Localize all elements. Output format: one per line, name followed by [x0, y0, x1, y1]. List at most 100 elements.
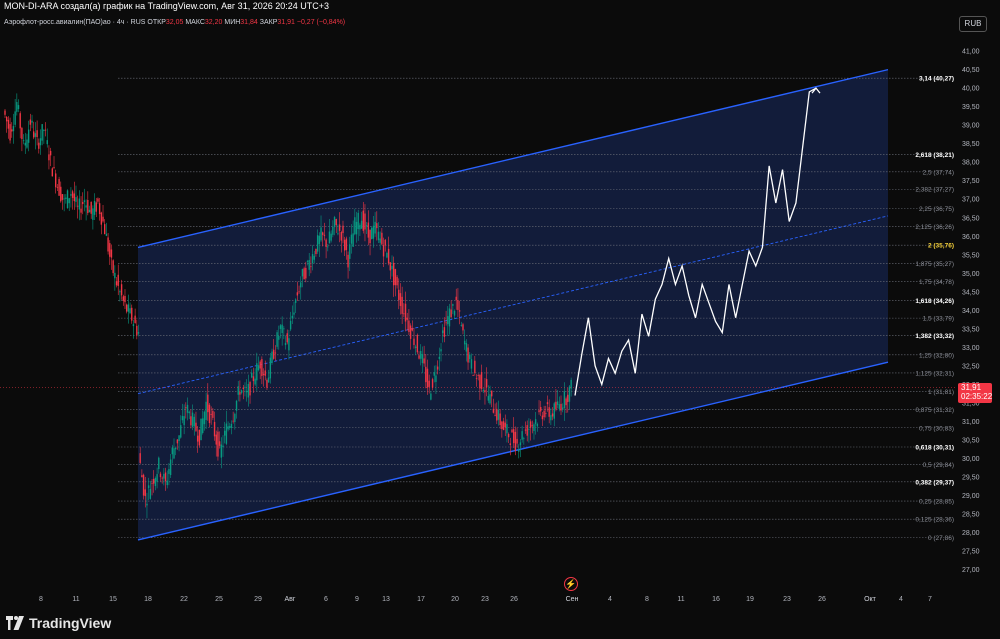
candle-body: [298, 291, 300, 293]
candle-body: [386, 252, 388, 258]
candle-body: [240, 390, 243, 393]
fib-level-label: 0,125 (28,36): [915, 517, 954, 524]
candle-body: [88, 209, 91, 213]
candle-body: [355, 221, 358, 235]
candle-body: [305, 267, 307, 279]
candle-body: [340, 232, 343, 241]
candle-body: [362, 210, 364, 231]
candle-body: [453, 310, 456, 316]
bottom-bar: [0, 606, 1000, 639]
candle-body: [550, 415, 552, 421]
candle-body: [311, 253, 314, 264]
price-chart[interactable]: Аэрофлот-росс.авиалин(ПАО)ао · 4ч · RUS …: [0, 0, 1000, 639]
candle-body: [518, 449, 520, 452]
candle-body: [288, 338, 290, 351]
x-tick-label: 22: [180, 596, 188, 603]
candle-body: [76, 205, 79, 207]
candle-body: [289, 320, 292, 330]
candle-body: [87, 200, 89, 214]
candle-body: [68, 198, 70, 204]
candle-body: [225, 423, 228, 444]
candle-body: [36, 130, 38, 138]
candle-body: [391, 265, 393, 270]
fib-level-label: 0 (27,86): [928, 535, 954, 542]
candle-body: [82, 201, 84, 205]
last-price-countdown: 02:35:22: [961, 392, 993, 401]
y-tick-label: 41,00: [962, 49, 980, 56]
candle-body: [315, 248, 317, 255]
candle-body: [27, 129, 30, 143]
candle-body: [149, 488, 152, 499]
candle-body: [22, 140, 25, 142]
candle-body: [406, 317, 408, 320]
candle-body: [529, 421, 532, 428]
candle-body: [360, 220, 363, 229]
candle-body: [207, 394, 209, 413]
candle-body: [484, 390, 486, 393]
candle-body: [408, 320, 410, 332]
candle-body: [343, 239, 346, 251]
lightning-icon[interactable]: ⚡: [564, 577, 578, 591]
candle-body: [310, 266, 312, 268]
candle-body: [173, 448, 175, 459]
candle-body: [546, 402, 549, 405]
candle-body: [364, 213, 366, 230]
candle-body: [153, 478, 155, 484]
candle-body: [524, 429, 527, 431]
y-tick-label: 29,00: [962, 493, 980, 500]
candle-body: [7, 119, 10, 129]
candle-body: [213, 421, 216, 437]
candle-body: [411, 328, 413, 331]
candle-body: [384, 239, 386, 246]
candle-body: [196, 435, 199, 442]
candle-body: [413, 338, 415, 345]
candle-body: [261, 359, 263, 377]
currency-badge[interactable]: RUB: [959, 16, 987, 32]
candle-body: [528, 428, 530, 430]
candle-body: [19, 113, 21, 129]
candle-body: [565, 398, 567, 406]
candle-body: [543, 410, 545, 418]
candle-body: [359, 224, 361, 230]
candle-body: [220, 444, 223, 458]
y-tick-label: 39,50: [962, 104, 980, 111]
candle-body: [330, 233, 332, 241]
candle-body: [249, 382, 251, 396]
y-tick-label: 35,50: [962, 252, 980, 259]
y-tick-label: 36,50: [962, 215, 980, 222]
candle-body: [4, 110, 6, 115]
candle-body: [499, 413, 501, 426]
candle-body: [338, 224, 341, 231]
candle-body: [264, 370, 266, 376]
x-tick-label: 8: [645, 596, 649, 603]
candle-body: [183, 416, 185, 426]
candle-body: [39, 138, 42, 146]
candle-body: [262, 373, 265, 375]
candle-body: [98, 203, 101, 215]
candle-body: [247, 383, 250, 398]
candle-body: [516, 438, 518, 444]
candle-body: [316, 235, 319, 252]
candle-body: [428, 380, 430, 387]
candle-body: [303, 268, 305, 280]
tradingview-logo[interactable]: TradingView: [6, 615, 111, 631]
y-tick-label: 28,00: [962, 530, 980, 537]
candle-body: [222, 445, 224, 448]
fib-level-label: 2,618 (38,21): [915, 152, 954, 159]
price-axis[interactable]: [955, 30, 1000, 606]
candle-body: [357, 212, 359, 230]
candle-body: [526, 425, 528, 436]
candle-body: [381, 232, 383, 245]
candle-body: [467, 347, 469, 363]
candle-body: [570, 379, 572, 389]
y-tick-label: 40,50: [962, 67, 980, 74]
candle-body: [347, 254, 349, 268]
candle-body: [534, 419, 537, 425]
candle-body: [49, 150, 52, 156]
candle-body: [365, 225, 368, 227]
fib-level-label: 1,75 (34,78): [919, 279, 954, 286]
candle-body: [90, 201, 92, 214]
candle-body: [521, 431, 523, 440]
candle-body: [5, 116, 8, 122]
candle-body: [70, 194, 72, 196]
